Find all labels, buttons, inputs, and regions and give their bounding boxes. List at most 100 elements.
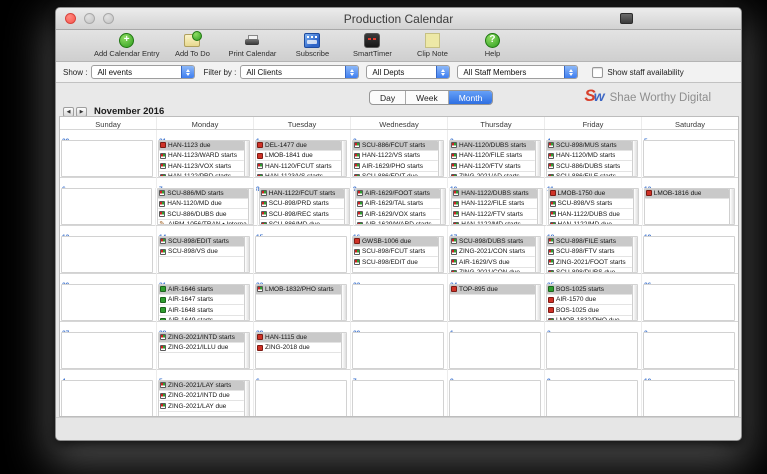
next-month-button[interactable]: ▶ xyxy=(76,107,87,117)
day-cell[interactable]: BOS-1025 startsAIR-1570 dueBOS-1025 dueL… xyxy=(546,284,638,321)
day-cell[interactable]: HAN-1115 dueZING-2018 due xyxy=(255,332,347,369)
calendar-event[interactable]: SCU-898/FILE starts xyxy=(547,237,632,247)
calendar-event[interactable]: HAN-1120/FTV starts xyxy=(450,162,535,172)
calendar-event[interactable]: ZING-2021/FOOT starts xyxy=(547,258,632,268)
day-cell[interactable] xyxy=(546,380,638,417)
day-cell[interactable]: AIR-1629/FOOT startsAIR-1629/TAL startsA… xyxy=(355,188,446,225)
calendar-event[interactable]: AIR-1646 starts xyxy=(159,285,244,295)
calendar-event[interactable]: SCU-886/DUBS due xyxy=(158,210,248,220)
clients-filter-dropdown[interactable]: All Clients xyxy=(240,65,359,79)
calendar-event[interactable]: HAN-1120/FCUT starts xyxy=(256,162,341,172)
day-cell[interactable]: AIR-1646 startsAIR-1647 startsAIR-1648 s… xyxy=(158,284,250,321)
calendar-event[interactable]: SCU-898/FTV starts xyxy=(547,248,632,258)
day-cell[interactable]: GWSB-1006 dueSCU-898/FCUT startsSCU-898/… xyxy=(352,236,444,273)
day-cell[interactable]: DEL-1477 dueLMOB-1841 dueHAN-1120/FCUT s… xyxy=(255,140,347,177)
calendar-event[interactable]: SCU-898/VS due xyxy=(159,248,244,258)
calendar-event[interactable]: LMOB-1750 due xyxy=(549,189,633,199)
calendar-event[interactable]: HAN-1120/MD starts xyxy=(547,152,632,162)
day-cell[interactable] xyxy=(352,380,444,417)
day-cell[interactable]: LMOB-1750 dueSCU-898/VS startsHAN-1122/D… xyxy=(548,188,639,225)
day-cell[interactable]: HAN-1123 dueHAN-1123/WARD startsHAN-1123… xyxy=(158,140,250,177)
day-cell[interactable]: LMOB-1832/PHO starts xyxy=(255,284,347,321)
calendar-event[interactable]: AIR-1629/PHO starts xyxy=(353,162,438,172)
cell-scrollbar[interactable] xyxy=(341,285,346,320)
calendar-event[interactable]: AIR-1629/WARD starts xyxy=(356,221,440,225)
depts-filter-dropdown[interactable]: All Depts xyxy=(366,65,450,79)
day-cell[interactable] xyxy=(61,380,153,417)
day-cell[interactable] xyxy=(61,332,153,369)
tab-day[interactable]: Day xyxy=(370,91,406,104)
calendar-event[interactable]: SCU-898/DUBS starts xyxy=(450,237,535,247)
calendar-event[interactable]: BOS-1025 starts xyxy=(547,285,632,295)
day-cell[interactable]: HAN-1120/DUBS startsHAN-1120/FILE starts… xyxy=(449,140,541,177)
calendar-event[interactable]: ZING-2021/ILLU due xyxy=(159,344,244,354)
calendar-event[interactable]: ZING-2021/LAY starts xyxy=(159,381,244,391)
day-cell[interactable] xyxy=(352,284,444,321)
day-cell[interactable] xyxy=(61,284,153,321)
calendar-event[interactable]: ZING-2021/CON starts xyxy=(450,248,535,258)
calendar-event[interactable]: HAN-1122/MD due xyxy=(549,221,633,225)
day-cell[interactable] xyxy=(61,140,153,177)
calendar-event[interactable]: SCU-898/EDIT starts xyxy=(159,237,244,247)
calendar-event[interactable]: HAN-1122/VS starts xyxy=(353,152,438,162)
day-cell[interactable]: ZING-2021/LAY startsZING-2021/INTD dueZI… xyxy=(158,380,250,417)
cell-scrollbar[interactable] xyxy=(341,141,346,176)
cell-scrollbar[interactable] xyxy=(440,189,445,224)
calendar-event[interactable]: AIR-1647 starts xyxy=(159,296,244,306)
calendar-event[interactable]: HAN-1123 due xyxy=(159,141,244,151)
day-cell[interactable] xyxy=(255,380,347,417)
day-cell[interactable]: SCU-898/FILE startsSCU-898/FTV startsZIN… xyxy=(546,236,638,273)
events-filter-dropdown[interactable]: All events xyxy=(91,65,195,79)
calendar-event[interactable]: HAN-1122/FCUT starts xyxy=(260,189,344,199)
calendar-event[interactable]: AIR-1629/VOX starts xyxy=(356,210,440,220)
calendar-event[interactable]: HAN-1123/WARD starts xyxy=(159,152,244,162)
zoom-window-button[interactable] xyxy=(103,13,114,24)
toolbar-help-button[interactable]: ?Help xyxy=(465,32,519,58)
cell-scrollbar[interactable] xyxy=(729,189,734,224)
cell-scrollbar[interactable] xyxy=(244,381,249,416)
calendar-event[interactable]: SCU-898/VS starts xyxy=(549,200,633,210)
calendar-event[interactable]: HAN-1123/VS starts xyxy=(256,173,341,177)
day-cell[interactable] xyxy=(449,380,541,417)
calendar-event[interactable]: SCU-886/MD due xyxy=(260,221,344,225)
calendar-event[interactable]: HAN-1123/VOX starts xyxy=(159,162,244,172)
day-cell[interactable]: TOP-895 due xyxy=(449,284,541,321)
day-cell[interactable]: SCU-898/DUBS startsZING-2021/CON startsA… xyxy=(449,236,541,273)
cell-scrollbar[interactable] xyxy=(632,285,637,320)
cell-scrollbar[interactable] xyxy=(244,237,249,272)
toolbar-subscribe-button[interactable]: Subscribe xyxy=(285,32,339,58)
staff-filter-dropdown[interactable]: All Staff Members xyxy=(457,65,578,79)
day-cell[interactable] xyxy=(643,140,735,177)
cell-scrollbar[interactable] xyxy=(344,189,349,224)
calendar-event[interactable]: SCU-886/MD starts xyxy=(158,189,248,199)
calendar-event[interactable]: SCU-898/FCUT starts xyxy=(353,248,438,258)
cell-scrollbar[interactable] xyxy=(535,141,540,176)
day-cell[interactable] xyxy=(643,236,735,273)
calendar-event[interactable]: SCU-886/EDIT due xyxy=(353,173,438,177)
toolbar-smarttimer-button[interactable]: SmartTimer xyxy=(345,32,399,58)
toolbar-add-calendar-entry-button[interactable]: +Add Calendar Entry xyxy=(94,32,159,58)
cell-scrollbar[interactable] xyxy=(438,141,443,176)
show-staff-availability-checkbox[interactable] xyxy=(592,67,603,78)
day-cell[interactable] xyxy=(61,236,153,273)
calendar-event[interactable]: HAN-1122/DUBS due xyxy=(549,210,633,220)
cell-scrollbar[interactable] xyxy=(535,237,540,272)
tab-month[interactable]: Month xyxy=(449,91,493,104)
calendar-event[interactable]: LMOB-1832/PHO due xyxy=(547,317,632,321)
calendar-event[interactable]: AIR-1629/VS due xyxy=(450,258,535,268)
day-cell[interactable]: SCU-886/FCUT startsHAN-1122/VS startsAIR… xyxy=(352,140,444,177)
calendar-event[interactable]: GWSB-1006 due xyxy=(353,237,438,247)
cell-scrollbar[interactable] xyxy=(632,141,637,176)
day-cell[interactable] xyxy=(352,332,444,369)
toolbar-print-calendar-button[interactable]: Print Calendar xyxy=(225,32,279,58)
cell-scrollbar[interactable] xyxy=(535,285,540,320)
day-cell[interactable] xyxy=(449,332,541,369)
calendar-event[interactable]: TOP-895 due xyxy=(450,285,535,295)
day-cell[interactable] xyxy=(643,284,735,321)
calendar-event[interactable]: HAN-1120/FILE starts xyxy=(450,152,535,162)
cell-scrollbar[interactable] xyxy=(632,237,637,272)
calendar-event[interactable]: AIR-1629/TAL starts xyxy=(356,200,440,210)
calendar-event[interactable]: SCU-886/FCUT starts xyxy=(353,141,438,151)
cell-scrollbar[interactable] xyxy=(244,333,249,368)
calendar-event[interactable]: ZING-2021/INTD starts xyxy=(159,333,244,343)
